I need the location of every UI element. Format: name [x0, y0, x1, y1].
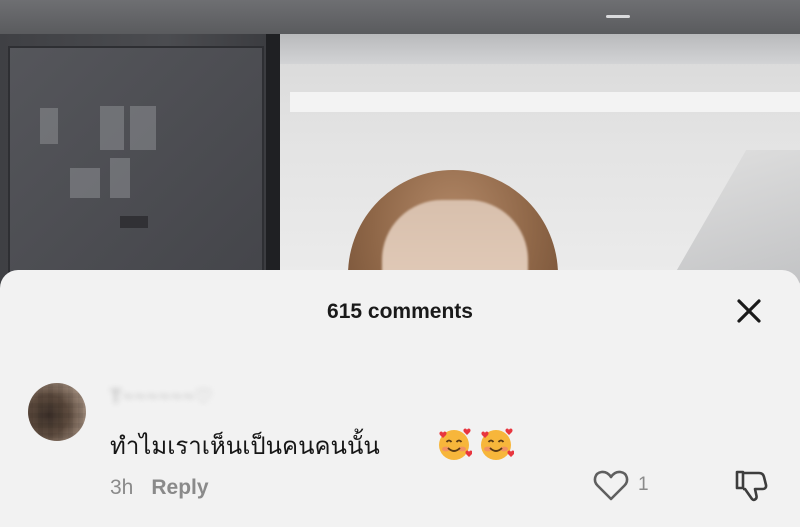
- ceiling-edge: [280, 34, 800, 64]
- ceiling-light: [606, 15, 630, 18]
- like-button[interactable]: 1: [592, 468, 649, 502]
- comment-text: ทำไมเราเห็นเป็นคนคนนั้น: [110, 432, 380, 460]
- emoji-row: [436, 426, 514, 462]
- window-frame: [266, 34, 280, 290]
- like-count: 1: [638, 474, 649, 495]
- comment-item: T~~~~~~♡ ทำไมเราเห็นเป็นคนคนนั้น 3h Repl…: [0, 370, 800, 520]
- thumbs-down-icon: [735, 470, 768, 502]
- window-reflection: [110, 158, 130, 198]
- heart-outline-icon: [593, 470, 629, 501]
- reply-button[interactable]: Reply: [151, 476, 208, 500]
- close-icon: [737, 299, 761, 323]
- window-reflection: [40, 108, 58, 144]
- window-reflection: [130, 106, 156, 150]
- smiling-face-with-hearts-icon: [481, 428, 514, 460]
- comments-count-title: 615 comments: [327, 300, 473, 323]
- comment-time: 3h: [110, 476, 134, 499]
- window-reflection: [70, 168, 100, 198]
- ceiling-panel: [290, 92, 800, 112]
- window-reflection: [120, 216, 148, 228]
- comment-meta: 3h Reply: [110, 476, 209, 500]
- username[interactable]: T~~~~~~♡: [110, 386, 213, 408]
- window-reflection: [100, 106, 124, 150]
- smiling-face-with-hearts-icon: [439, 428, 472, 460]
- username-text: T~~~~~~♡: [110, 387, 214, 408]
- avatar[interactable]: [28, 383, 86, 441]
- glass-window: [8, 46, 264, 286]
- video-background[interactable]: [0, 0, 800, 290]
- ceiling-band: [0, 0, 800, 34]
- dislike-button[interactable]: [733, 468, 769, 504]
- close-button[interactable]: [730, 292, 768, 330]
